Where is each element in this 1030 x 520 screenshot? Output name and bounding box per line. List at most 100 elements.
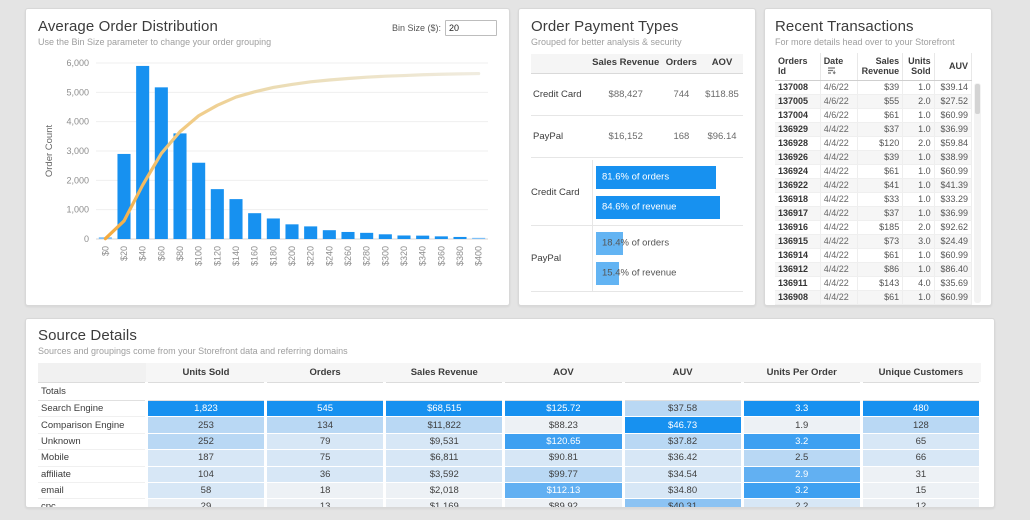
dist-bar-$100[interactable]: [192, 162, 206, 239]
dist-bar-$220[interactable]: [304, 226, 318, 239]
transactions-col-header-orders-id[interactable]: Orders Id: [775, 53, 821, 81]
source-heat-cell[interactable]: 1,823: [146, 400, 268, 418]
source-row-unknown[interactable]: Unknown 252 79 $9,531 $120.65 $37.82 3.2 65: [38, 433, 983, 451]
source-row-mobile[interactable]: Mobile 187 75 $6,811 $90.81 $36.42 2.5 66: [38, 449, 983, 467]
transactions-col-header-sales-revenue[interactable]: Sales Revenue: [857, 53, 904, 81]
source-heat-cell[interactable]: $6,811: [384, 449, 506, 467]
source-heat-cell[interactable]: $36.42: [623, 449, 744, 467]
transactions-col-header-auv[interactable]: AUV: [934, 53, 973, 81]
share-bar[interactable]: 84.6% of revenue: [596, 195, 743, 219]
transaction-row[interactable]: 136917 4/4/22 $37 1.0 $36.99: [775, 206, 973, 221]
transaction-row[interactable]: 136929 4/4/22 $37 1.0 $36.99: [775, 122, 973, 137]
transaction-row[interactable]: 136922 4/4/22 $41 1.0 $41.39: [775, 178, 973, 193]
source-heat-cell[interactable]: $34.80: [623, 482, 744, 500]
sources-col-header-units-sold[interactable]: Units Sold: [146, 363, 266, 383]
transactions-col-header-units-sold[interactable]: Units Sold: [902, 53, 935, 81]
share-bar[interactable]: 15.4% of revenue: [596, 261, 743, 285]
sort-descending-icon[interactable]: [827, 66, 836, 75]
source-heat-cell[interactable]: 480: [861, 400, 983, 418]
transaction-row[interactable]: 136928 4/4/22 $120 2.0 $59.84: [775, 136, 973, 151]
sources-col-header-orders[interactable]: Orders: [265, 363, 385, 383]
transaction-row[interactable]: 136918 4/4/22 $33 1.0 $33.29: [775, 192, 973, 207]
dist-bar-$360[interactable]: [434, 236, 448, 239]
dist-bar-$160[interactable]: [248, 213, 262, 239]
sources-col-header-unique-customers[interactable]: Unique Customers: [861, 363, 981, 383]
source-heat-cell[interactable]: $89.92: [503, 498, 625, 507]
payment-row-credit-card[interactable]: Credit Card $88,427 744 $118.85: [531, 73, 743, 116]
source-heat-cell[interactable]: 36: [265, 466, 387, 483]
source-heat-cell[interactable]: 2.9: [742, 466, 863, 483]
dist-bar-$80[interactable]: [173, 133, 187, 239]
source-row-comparison-engine[interactable]: Comparison Engine 253 134 $11,822 $88.23 $46.…: [38, 416, 983, 434]
source-heat-cell[interactable]: $99.77: [503, 466, 625, 483]
source-heat-cell[interactable]: 79: [265, 433, 387, 451]
source-heat-cell[interactable]: 75: [265, 449, 387, 467]
source-heat-cell[interactable]: 3.2: [742, 433, 863, 451]
source-row-cpc[interactable]: cpc 29 13 $1,169 $89.92 $40.31 2.2 12: [38, 498, 983, 507]
dist-bar-$260[interactable]: [341, 231, 355, 239]
source-heat-cell[interactable]: $120.65: [503, 433, 625, 451]
dist-bar-$140[interactable]: [229, 199, 243, 239]
sources-col-header-auv[interactable]: AUV: [623, 363, 743, 383]
source-heat-cell[interactable]: $40.31: [623, 498, 744, 507]
sources-col-header-units-per-order[interactable]: Units Per Order: [742, 363, 862, 383]
transaction-row[interactable]: 136916 4/4/22 $185 2.0 $92.62: [775, 220, 973, 235]
source-heat-cell[interactable]: 134: [265, 416, 387, 434]
source-heat-cell[interactable]: $9,531: [384, 433, 506, 451]
source-heat-cell[interactable]: $88.23: [503, 416, 625, 434]
source-heat-cell[interactable]: $3,592: [384, 466, 506, 483]
source-heat-cell[interactable]: $112.13: [503, 482, 625, 500]
sources-totals-row[interactable]: Totals: [38, 382, 983, 401]
share-bar[interactable]: 81.6% of orders: [596, 165, 743, 189]
dist-bar-$400[interactable]: [472, 237, 486, 239]
transactions-scrollbar[interactable]: [974, 83, 981, 303]
dist-bar-$180[interactable]: [266, 218, 280, 239]
source-heat-cell[interactable]: 2.2: [742, 498, 863, 507]
transaction-row[interactable]: 136908 4/4/22 $61 1.0 $60.99: [775, 290, 973, 305]
source-heat-cell[interactable]: $2,018: [384, 482, 506, 500]
dist-bar-$340[interactable]: [416, 235, 430, 239]
transactions-scrollbar-thumb[interactable]: [975, 84, 980, 114]
source-heat-cell[interactable]: 253: [146, 416, 268, 434]
share-bar[interactable]: 18.4% of orders: [596, 231, 743, 255]
source-heat-cell[interactable]: $1,169: [384, 498, 506, 507]
source-heat-cell[interactable]: $37.82: [623, 433, 744, 451]
source-heat-cell[interactable]: 58: [146, 482, 268, 500]
source-heat-cell[interactable]: 31: [861, 466, 983, 483]
source-row-affiliate[interactable]: affiliate 104 36 $3,592 $99.77 $34.54 2.9 31: [38, 466, 983, 483]
transaction-row[interactable]: 136924 4/4/22 $61 1.0 $60.99: [775, 164, 973, 179]
source-heat-cell[interactable]: $34.54: [623, 466, 744, 483]
dist-bar-$280[interactable]: [360, 232, 374, 239]
source-heat-cell[interactable]: 104: [146, 466, 268, 483]
source-heat-cell[interactable]: 128: [861, 416, 983, 434]
transaction-row[interactable]: 136915 4/4/22 $73 3.0 $24.49: [775, 234, 973, 249]
source-heat-cell[interactable]: $46.73: [623, 416, 744, 434]
source-heat-cell[interactable]: 18: [265, 482, 387, 500]
source-row-email[interactable]: email 58 18 $2,018 $112.13 $34.80 3.2 15: [38, 482, 983, 500]
source-row-search-engine[interactable]: Search Engine 1,823 545 $68,515 $125.72 $37.5…: [38, 400, 983, 418]
sources-col-header-aov[interactable]: AOV: [503, 363, 623, 383]
dist-bar-$300[interactable]: [378, 234, 392, 239]
transaction-row[interactable]: 136911 4/4/22 $143 4.0 $35.69: [775, 276, 973, 291]
source-heat-cell[interactable]: 65: [861, 433, 983, 451]
transaction-row[interactable]: 136912 4/4/22 $86 1.0 $86.40: [775, 262, 973, 277]
transaction-row[interactable]: 137008 4/6/22 $39 1.0 $39.14: [775, 80, 973, 95]
source-heat-cell[interactable]: $37.58: [623, 400, 744, 418]
transaction-row[interactable]: 136926 4/4/22 $39 1.0 $38.99: [775, 150, 973, 165]
source-heat-cell[interactable]: $11,822: [384, 416, 506, 434]
payment-row-paypal[interactable]: PayPal $16,152 168 $96.14: [531, 115, 743, 158]
source-heat-cell[interactable]: 66: [861, 449, 983, 467]
source-heat-cell[interactable]: 2.5: [742, 449, 863, 467]
dist-bar-$240[interactable]: [322, 230, 336, 239]
sources-col-header-sales-revenue[interactable]: Sales Revenue: [384, 363, 504, 383]
transaction-row[interactable]: 137004 4/6/22 $61 1.0 $60.99: [775, 108, 973, 123]
source-heat-cell[interactable]: $68,515: [384, 400, 506, 418]
source-heat-cell[interactable]: $125.72: [503, 400, 625, 418]
transaction-row[interactable]: 136914 4/4/22 $61 1.0 $60.99: [775, 248, 973, 263]
source-heat-cell[interactable]: 1.9: [742, 416, 863, 434]
order-distribution-chart[interactable]: 0 1,000 2,000 3,000 4,000 5,000 6,000 $0 $20 $40 $…: [38, 51, 496, 297]
source-heat-cell[interactable]: 3.2: [742, 482, 863, 500]
source-heat-cell[interactable]: 187: [146, 449, 268, 467]
bin-size-input[interactable]: [445, 20, 497, 36]
source-heat-cell[interactable]: 545: [265, 400, 387, 418]
